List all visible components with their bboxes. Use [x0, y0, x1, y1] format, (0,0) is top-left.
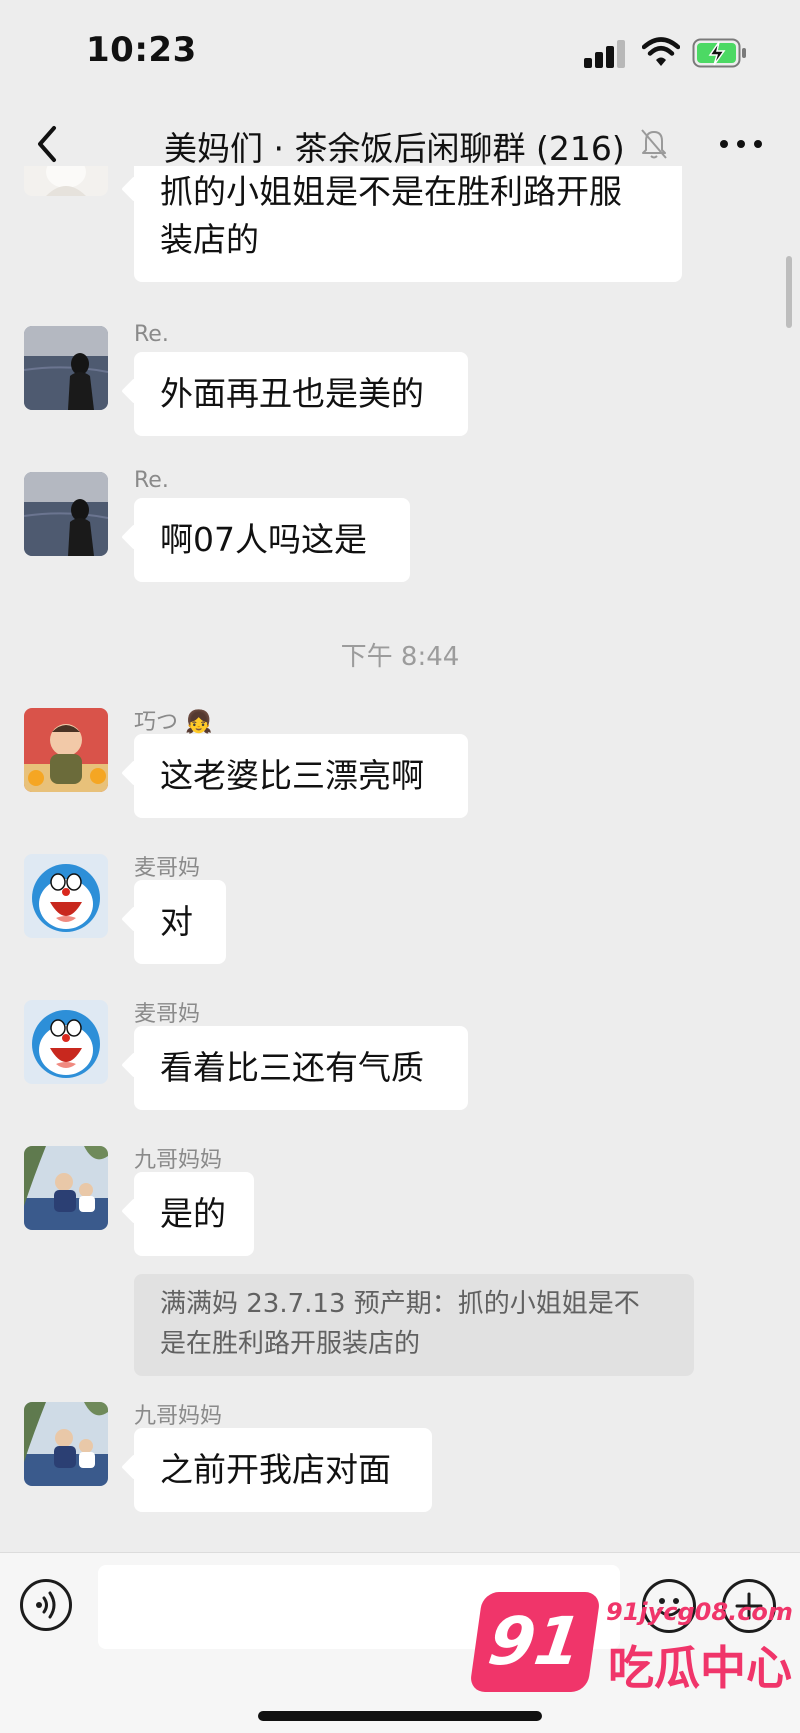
- sender-name-text: 巧つ: [134, 710, 179, 735]
- status-bar: 10:23: [0, 0, 800, 100]
- bell-muted-icon: [641, 129, 667, 159]
- message-text: 看着比三还有气质: [160, 1048, 424, 1087]
- message-text: 外面再丑也是美的: [160, 374, 424, 413]
- message-bubble[interactable]: 这老婆比三漂亮啊: [134, 734, 468, 818]
- message-bubble[interactable]: 外面再丑也是美的: [134, 352, 468, 436]
- avatar[interactable]: [24, 1146, 108, 1230]
- wifi-icon: [642, 37, 680, 66]
- quote-text-line: 是在胜利路开服装店的: [160, 1329, 421, 1359]
- message-bubble[interactable]: 抓的小姐姐是不是在胜利路开服 装店的: [134, 166, 682, 282]
- message-text: 之前开我店对面: [160, 1450, 391, 1489]
- watermark-number: 91: [468, 1592, 602, 1692]
- chat-title: 美妈们 · 茶余饭后闲聊群 (216): [164, 129, 625, 168]
- sender-name: 九哥妈妈: [134, 1148, 223, 1173]
- avatar[interactable]: [24, 472, 108, 556]
- avatar[interactable]: [24, 326, 108, 410]
- more-dots-icon[interactable]: [720, 138, 764, 150]
- battery-charging-icon: [692, 38, 746, 68]
- message-bubble[interactable]: 之前开我店对面: [134, 1428, 432, 1512]
- time-divider: 下午 8:44: [340, 642, 460, 672]
- voice-icon[interactable]: [20, 1579, 72, 1631]
- message-text: 啊07人吗这是: [160, 520, 367, 559]
- message-list[interactable]: 抓的小姐姐是不是在胜利路开服 装店的 Re. 外面再丑也是美的 Re. 啊07人…: [0, 166, 800, 1552]
- sender-name: 九哥妈妈: [134, 1404, 223, 1429]
- home-indicator[interactable]: [258, 1711, 542, 1721]
- scrollbar[interactable]: [786, 256, 792, 328]
- avatar[interactable]: [24, 166, 108, 196]
- sender-name: 麦哥妈: [134, 1002, 201, 1027]
- sender-name: 巧つ 👧: [134, 704, 212, 736]
- message-bubble[interactable]: 看着比三还有气质: [134, 1026, 468, 1110]
- sender-name: Re.: [134, 322, 169, 347]
- message-text: 是的: [160, 1194, 226, 1233]
- message-text: 对: [160, 902, 193, 941]
- quoted-message[interactable]: 满满妈 23.7.13 预产期：抓的小姐姐是不 是在胜利路开服装店的: [134, 1274, 694, 1376]
- sender-name: Re.: [134, 468, 169, 493]
- status-time: 10:23: [86, 30, 197, 70]
- girl-emoji-icon: 👧: [185, 710, 213, 735]
- back-chevron-icon[interactable]: [30, 122, 66, 166]
- avatar[interactable]: [24, 1402, 108, 1486]
- message-bubble[interactable]: 是的: [134, 1172, 254, 1256]
- message-bubble[interactable]: 啊07人吗这是: [134, 498, 410, 582]
- message-text-line: 装店的: [160, 220, 259, 259]
- quote-text-line: 满满妈 23.7.13 预产期：抓的小姐姐是不: [160, 1289, 640, 1319]
- message-text: 这老婆比三漂亮啊: [160, 756, 424, 795]
- message-text-line: 抓的小姐姐是不是在胜利路开服: [160, 172, 622, 211]
- watermark-logo: 91 91jycg08.com 吃瓜中心: [468, 1592, 793, 1704]
- watermark-url: 91jycg08.com: [606, 1598, 793, 1626]
- sender-name: 麦哥妈: [134, 856, 201, 881]
- avatar[interactable]: [24, 1000, 108, 1084]
- message-bubble[interactable]: 对: [134, 880, 226, 964]
- signal-icon: [584, 40, 628, 68]
- avatar[interactable]: [24, 708, 108, 792]
- avatar[interactable]: [24, 854, 108, 938]
- watermark-name: 吃瓜中心: [608, 1641, 792, 1695]
